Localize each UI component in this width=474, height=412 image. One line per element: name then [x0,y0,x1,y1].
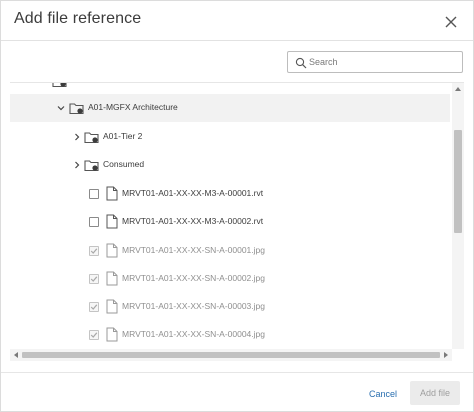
file-name: MRVT01-A01-XX-XX-SN-A-00002.jpg [122,273,265,283]
file-name: MRVT01-A01-XX-XX-M3-A-00001.rvt [122,188,264,198]
scroll-up-arrow-icon[interactable] [454,85,462,93]
tree-row-file[interactable]: MRVT01-A01-XX-XX-M3-A-00001.rvt [10,180,450,208]
add-file-button[interactable]: Add file [410,381,460,405]
cancel-button[interactable]: Cancel [363,386,403,402]
file-icon [106,214,118,229]
folder-link-icon [52,83,67,88]
vertical-scrollbar-thumb[interactable] [454,130,462,233]
tree-row-file: MRVT01-A01-XX-XX-SN-A-00001.jpg [10,237,450,265]
vertical-scrollbar[interactable] [452,83,464,349]
file-checkbox-checked [89,330,99,340]
horizontal-scrollbar-thumb[interactable] [22,352,440,358]
file-name: MRVT01-A01-XX-XX-SN-A-00003.jpg [122,301,265,311]
dialog-footer: Cancel Add file [1,372,473,412]
file-name: MRVT01-A01-XX-XX-M3-A-00002.rvt [122,216,264,226]
file-checkbox-checked [89,246,99,256]
file-icon [106,327,118,342]
tree-row-file: MRVT01-A01-XX-XX-SN-A-00003.jpg [10,293,450,321]
tree-row-a01-mgfx-architecture[interactable]: A01-MGFX Architecture [10,94,450,122]
folder-link-icon [69,103,84,115]
file-name: MRVT01-A01-XX-XX-SN-A-00001.jpg [122,245,265,255]
file-checkbox-checked [89,302,99,312]
file-checkbox-checked [89,274,99,284]
tree-row-consumed[interactable]: Consumed [10,151,450,179]
folder-link-icon [84,132,99,144]
search-box[interactable] [287,51,463,73]
dialog-title: Add file reference [14,10,142,27]
tree-row-label: A01-Tier 2 [103,131,143,141]
tree-row-file[interactable]: MRVT01-A01-XX-XX-M3-A-00002.rvt [10,208,450,236]
search-input[interactable] [309,53,459,71]
add-file-reference-dialog: Add file reference A [0,0,474,412]
tree-row-file: MRVT01-A01-XX-XX-SN-A-00002.jpg [10,265,450,293]
tree-row-a01-tier-2[interactable]: A01-Tier 2 [10,123,450,151]
file-checkbox[interactable] [89,217,99,227]
close-icon[interactable] [441,12,461,32]
dialog-header: Add file reference [1,1,473,41]
chevron-down-icon[interactable] [56,103,66,113]
scroll-right-arrow-icon[interactable] [442,351,450,359]
tree-row-label: A01-MGFX Architecture [88,102,178,112]
folder-link-icon [84,160,99,172]
tree-row-file: MRVT01-A01-XX-XX-SN-A-00004.jpg [10,321,450,349]
file-icon [106,271,118,286]
file-icon [106,243,118,258]
scroll-left-arrow-icon[interactable] [12,351,20,359]
chevron-right-icon[interactable] [72,160,82,170]
file-checkbox[interactable] [89,189,99,199]
file-name: MRVT01-A01-XX-XX-SN-A-00004.jpg [122,329,265,339]
file-icon [106,299,118,314]
tree-row-label: Consumed [103,159,145,169]
file-tree: A01-MGFX Architecture A01-Tier 2 Consume… [10,82,464,362]
chevron-right-icon[interactable] [72,132,82,142]
horizontal-scrollbar[interactable] [10,349,452,361]
search-icon [295,57,307,69]
file-icon [106,186,118,201]
